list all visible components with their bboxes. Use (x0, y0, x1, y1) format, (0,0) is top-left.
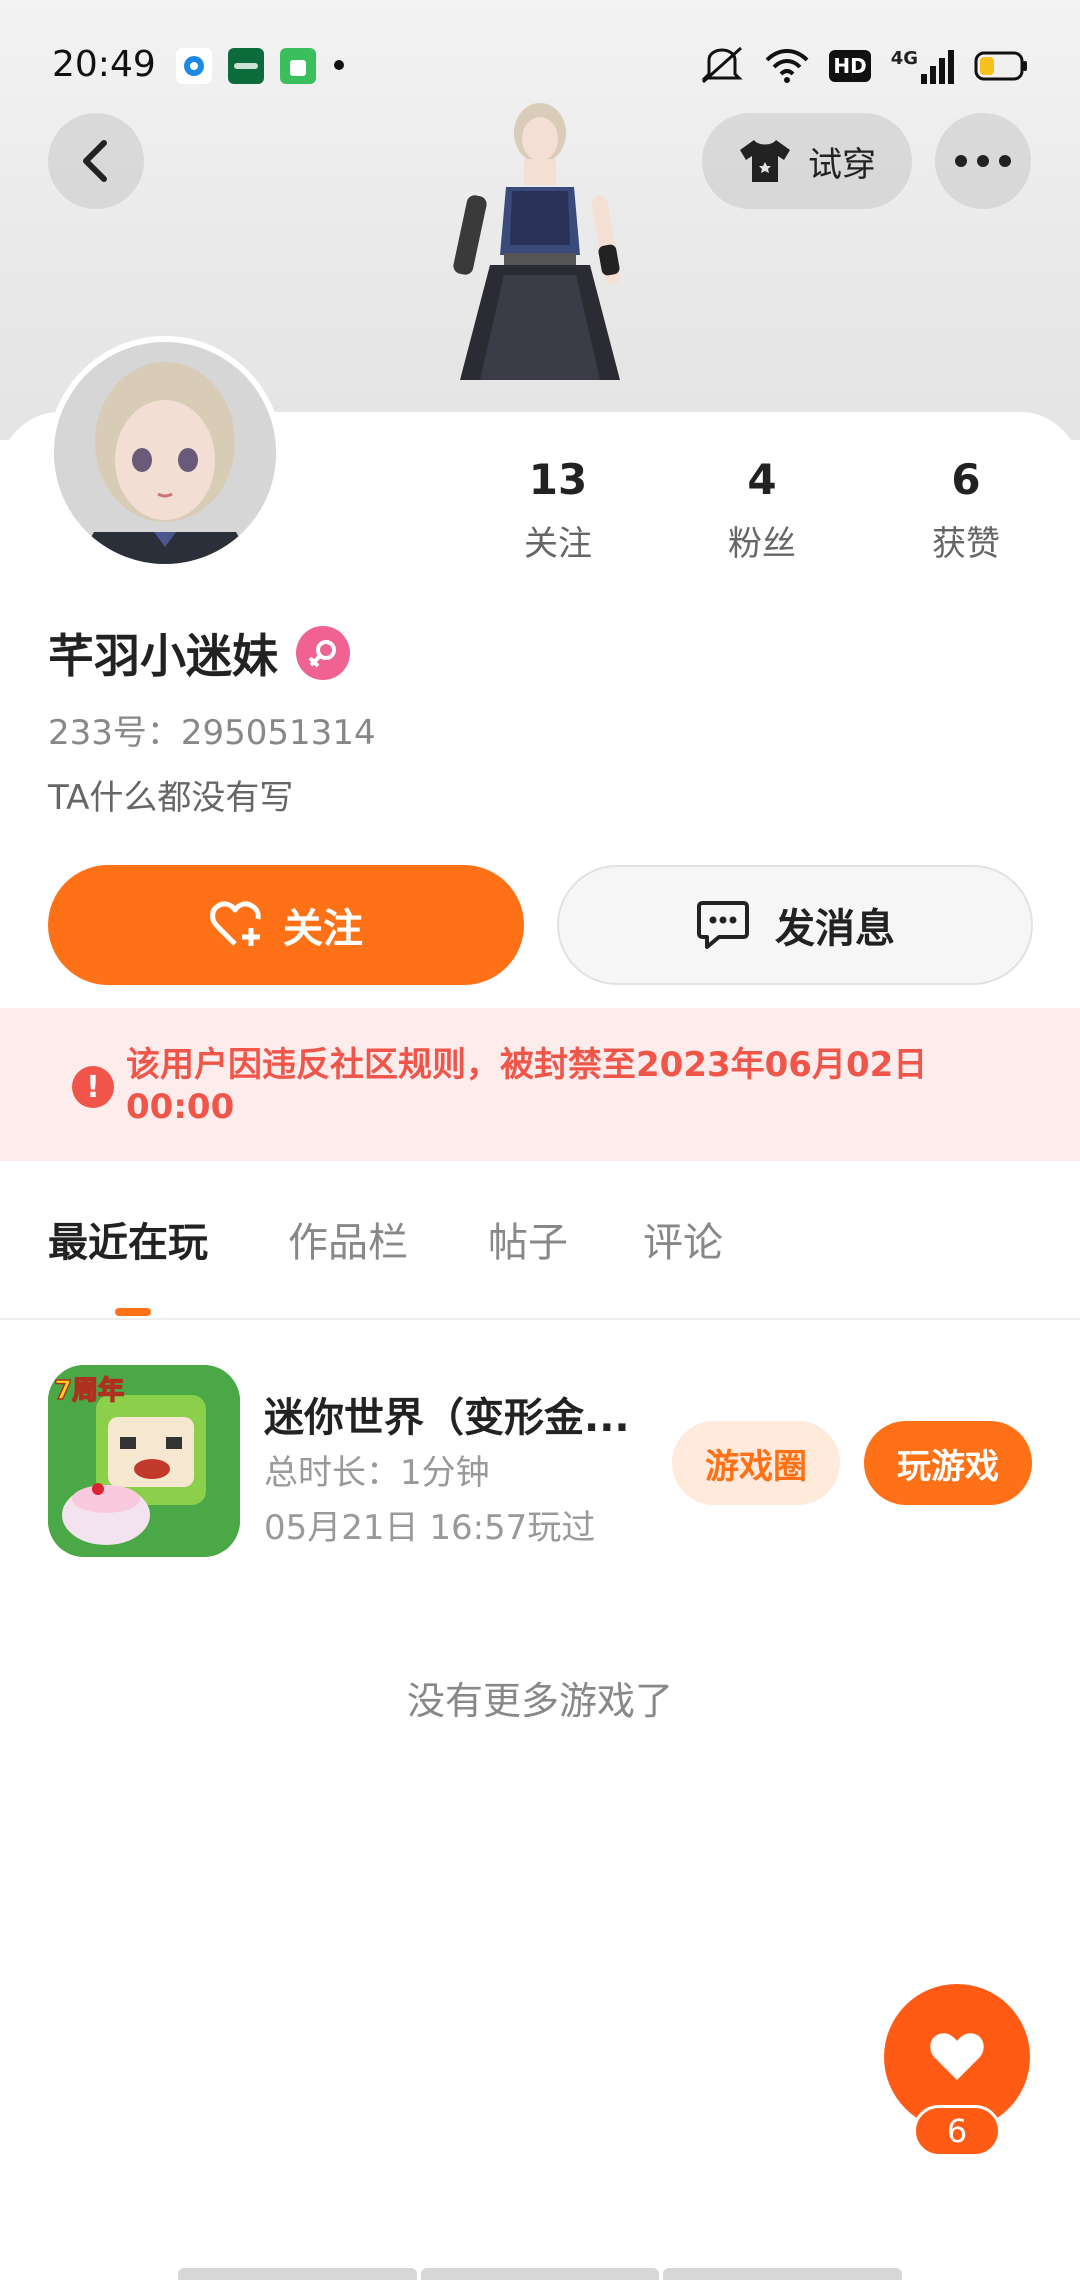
game-circle-button[interactable]: 游戏圈 (672, 1421, 840, 1505)
chevron-left-icon (83, 140, 107, 182)
profile-tabs: 最近在玩 作品栏 帖子 评论 (0, 1210, 1080, 1320)
more-button[interactable] (935, 113, 1031, 209)
location-app-icon (176, 48, 212, 84)
stat-following-count: 13 (528, 455, 588, 504)
oppo-app-icon (228, 48, 264, 84)
wifi-icon (765, 49, 809, 83)
stat-likes-count: 6 (951, 455, 981, 504)
status-time: 20:49 (52, 44, 156, 85)
stat-following-label: 关注 (524, 524, 592, 564)
status-right-icons: HD 4G (699, 46, 1028, 86)
stat-likes[interactable]: 6 获赞 (876, 455, 1056, 565)
user-bio: TA什么都没有写 (48, 778, 294, 818)
battery-icon (974, 51, 1027, 81)
status-bar: 20:49 HD 4G (0, 0, 1080, 120)
avatar-character-figure (453, 103, 621, 380)
game-icon-badge: 7周年 (54, 1375, 124, 1406)
play-game-button[interactable]: 玩游戏 (864, 1421, 1032, 1505)
heart-icon (930, 2033, 984, 2080)
message-label: 发消息 (775, 906, 895, 952)
nickname: 芊羽小迷妹 (48, 629, 278, 683)
ban-notice-banner: ! 该用户因违反社区规则，被封禁至2023年06月02日 00:00 (0, 1008, 1080, 1161)
stat-fans[interactable]: 4 粉丝 (672, 455, 852, 565)
follow-label: 关注 (283, 906, 363, 952)
stat-fans-count: 4 (747, 455, 777, 504)
tryon-label: 试穿 (808, 144, 876, 185)
avatar-face-image (54, 342, 276, 564)
tab-works[interactable]: 作品栏 (288, 1210, 408, 1268)
notification-dot (334, 60, 344, 70)
tab-recent-games[interactable]: 最近在玩 (48, 1210, 208, 1268)
tshirt-icon (740, 140, 790, 182)
more-dots-icon (955, 155, 1011, 167)
follow-button[interactable]: 关注 (48, 865, 524, 985)
game-duration: 总时长：1分钟 (264, 1453, 490, 1493)
nickname-row: 芊羽小迷妹 (48, 620, 350, 686)
stat-fans-label: 粉丝 (728, 524, 796, 564)
game-title: 迷你世界（变形金... (264, 1395, 630, 1441)
tab-posts[interactable]: 帖子 (488, 1210, 568, 1268)
heart-plus-icon (210, 901, 261, 946)
stat-following[interactable]: 13 关注 (468, 455, 648, 565)
warning-icon: ! (72, 1066, 114, 1108)
avatar[interactable] (48, 336, 282, 570)
market-app-icon (280, 48, 316, 84)
game-list-item[interactable]: 7周年 迷你世界（变形金... 总时长：1分钟 05月21日 16:57玩过 游… (0, 1365, 1080, 1560)
female-icon (296, 626, 350, 680)
signal-icon: 4G (891, 48, 954, 84)
stat-likes-label: 获赞 (932, 524, 1000, 564)
user-id: 233号：295051314 (48, 713, 376, 753)
game-icon[interactable]: 7周年 (48, 1365, 240, 1557)
tab-active-indicator (115, 1308, 151, 1316)
no-more-games-text: 没有更多游戏了 (406, 1679, 673, 1723)
tryon-button[interactable]: 试穿 (702, 113, 912, 209)
chat-icon (697, 901, 749, 949)
hd-icon: HD (829, 50, 871, 82)
home-indicator (178, 2268, 903, 2280)
like-count-badge: 6 (913, 2105, 1001, 2157)
tab-comments[interactable]: 评论 (643, 1210, 723, 1268)
ban-notice-text: 该用户因违反社区规则，被封禁至2023年06月02日 00:00 (126, 1045, 928, 1127)
network-type-label: 4G (890, 48, 918, 69)
message-button[interactable]: 发消息 (557, 865, 1033, 985)
back-button[interactable] (48, 113, 144, 209)
mute-icon (701, 46, 743, 84)
game-last-played: 05月21日 16:57玩过 (264, 1508, 596, 1548)
